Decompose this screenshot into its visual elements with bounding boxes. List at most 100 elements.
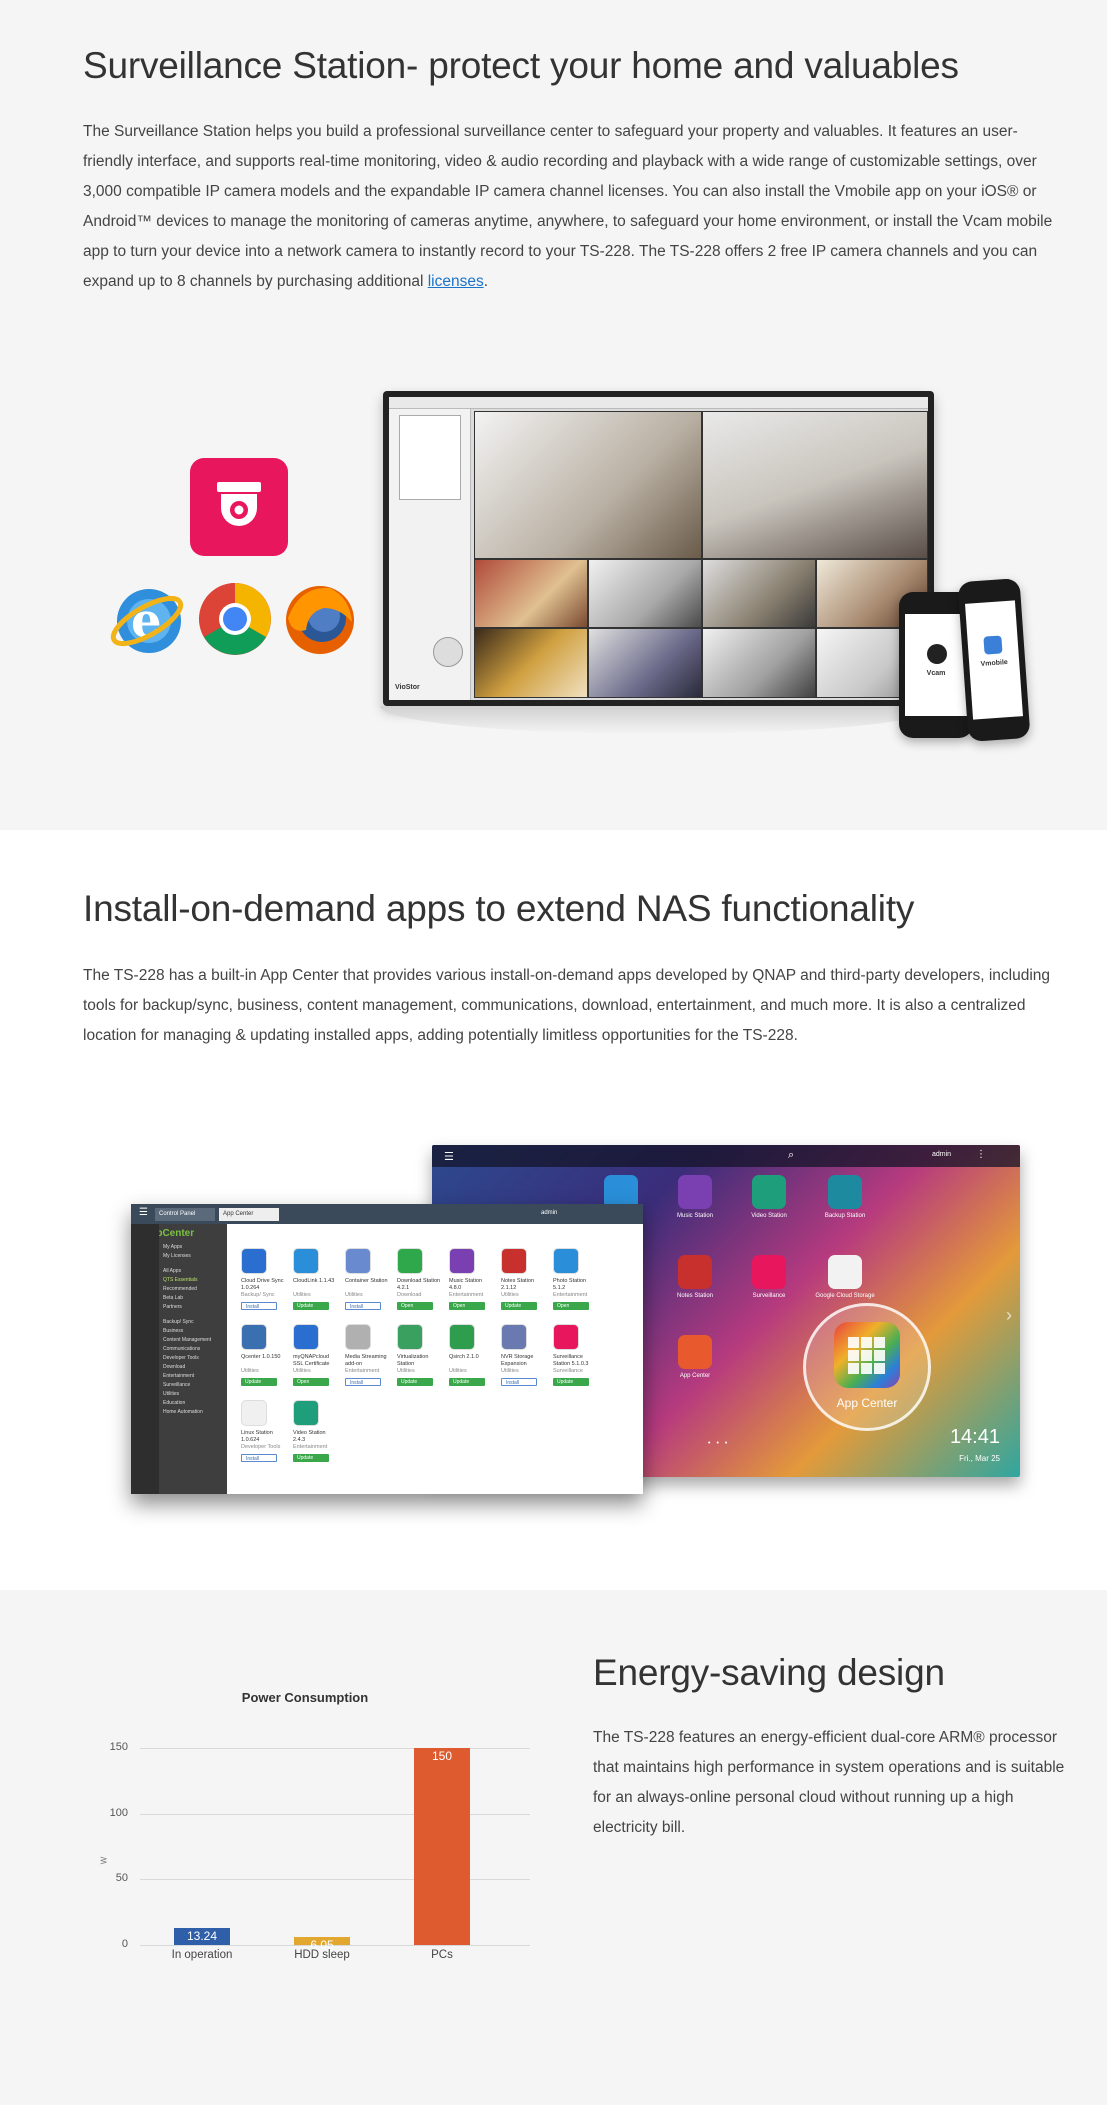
app-action-button[interactable]: Update	[501, 1302, 537, 1310]
more-icon[interactable]: ⋮	[976, 1149, 986, 1160]
licenses-link[interactable]: licenses	[428, 273, 484, 290]
energy-paragraph: The TS-228 features an energy-efficient …	[593, 1729, 1065, 1836]
menu-icon[interactable]: ☰	[139, 1207, 148, 1218]
app-category: Entertainment	[553, 1292, 588, 1298]
app-action-button[interactable]: Install	[345, 1302, 381, 1310]
app-icon[interactable]	[553, 1248, 579, 1274]
app-action-button[interactable]: Update	[553, 1378, 589, 1386]
tab-control-panel[interactable]: Control Panel	[155, 1208, 215, 1221]
app-name: Video Station 2.4.3	[293, 1430, 326, 1443]
desktop-app-icon[interactable]	[752, 1175, 786, 1209]
app-icon[interactable]	[293, 1324, 319, 1350]
app-icon[interactable]	[501, 1324, 527, 1350]
sidebar-item[interactable]: My Apps	[163, 1244, 225, 1250]
app-action-button[interactable]: Update	[293, 1454, 329, 1462]
sidebar-item[interactable]: QTS Essentials	[163, 1277, 225, 1283]
app-icon[interactable]	[293, 1248, 319, 1274]
app-icon[interactable]	[345, 1248, 371, 1274]
app-category: Entertainment	[293, 1444, 328, 1450]
app-action-button[interactable]: Update	[449, 1378, 485, 1386]
app-name: myQNAPcloud SSL Certificate	[293, 1354, 330, 1367]
sidebar-item[interactable]: Business	[163, 1328, 225, 1334]
chart-y-tick: 100	[109, 1806, 128, 1819]
app-center-big-icon[interactable]	[834, 1322, 900, 1388]
app-action-button[interactable]: Update	[293, 1302, 329, 1310]
app-action-button[interactable]: Update	[397, 1378, 433, 1386]
desktop-user[interactable]: admin	[932, 1151, 951, 1158]
app-icon[interactable]	[293, 1400, 319, 1426]
app-category: Download	[397, 1292, 422, 1298]
sidebar-item[interactable]: Surveillance	[163, 1382, 225, 1388]
app-category: Surveillance	[553, 1368, 583, 1374]
sidebar-item[interactable]: Recommended	[163, 1286, 225, 1292]
app-icon[interactable]	[553, 1324, 579, 1350]
app-action-button[interactable]: Install	[241, 1302, 277, 1310]
search-icon[interactable]: ⌕	[788, 1149, 794, 1162]
sidebar-item[interactable]: Developer Tools	[163, 1355, 225, 1361]
ptz-control	[433, 637, 463, 667]
app-icon[interactable]	[397, 1248, 423, 1274]
sidebar-item[interactable]: Content Management	[163, 1337, 225, 1343]
app-category: Utilities	[449, 1368, 467, 1374]
next-page-arrow[interactable]: ›	[1006, 1305, 1012, 1326]
app-category: Utilities	[345, 1292, 363, 1298]
app-icon[interactable]	[241, 1324, 267, 1350]
app-name: Photo Station 5.1.2	[553, 1278, 587, 1291]
camera-feed	[475, 560, 587, 627]
camera-feed	[703, 560, 815, 627]
app-icon[interactable]	[241, 1248, 267, 1274]
menu-icon[interactable]: ☰	[444, 1150, 454, 1163]
desktop-app-label: App Center	[679, 1373, 711, 1379]
sidebar-item[interactable]: Utilities	[163, 1391, 225, 1397]
app-icon[interactable]	[345, 1324, 371, 1350]
app-action-button[interactable]: Open	[397, 1302, 433, 1310]
sidebar-item[interactable]: Communications	[163, 1346, 225, 1352]
sidebar-item[interactable]: My Licenses	[163, 1253, 225, 1259]
app-icon[interactable]	[449, 1324, 475, 1350]
sidebar-item[interactable]: Education	[163, 1400, 225, 1406]
app-icon[interactable]	[501, 1248, 527, 1274]
app-category: Utilities	[241, 1368, 259, 1374]
app-action-button[interactable]: Open	[293, 1378, 329, 1386]
app-action-button[interactable]: Open	[449, 1302, 485, 1310]
tab-app-center[interactable]: App Center	[219, 1208, 279, 1221]
desktop-app-icon[interactable]	[828, 1175, 862, 1209]
sidebar-item[interactable]: Download	[163, 1364, 225, 1370]
page-dots: •••	[708, 1440, 734, 1447]
app-action-button[interactable]: Install	[241, 1454, 277, 1462]
app-icon[interactable]	[397, 1324, 423, 1350]
desktop-app-icon[interactable]	[752, 1255, 786, 1289]
sidebar-item[interactable]: Beta Lab	[163, 1295, 225, 1301]
desktop-app-icon[interactable]	[678, 1175, 712, 1209]
app-action-button[interactable]: Install	[345, 1378, 381, 1386]
chart-gridline	[140, 1813, 530, 1815]
app-icon[interactable]	[449, 1248, 475, 1274]
app-action-button[interactable]: Update	[241, 1378, 277, 1386]
app-category: Utilities	[397, 1368, 415, 1374]
desktop-app-icon[interactable]	[678, 1255, 712, 1289]
sidebar-item[interactable]: Partners	[163, 1304, 225, 1310]
camera-feed	[589, 629, 701, 697]
apps-title: Install-on-demand apps to extend NAS fun…	[83, 888, 915, 929]
camera-feed	[703, 412, 927, 558]
sidebar-item[interactable]: All Apps	[163, 1268, 225, 1274]
app-action-button[interactable]: Open	[553, 1302, 589, 1310]
app-name: Qcenter 1.0.150	[241, 1354, 281, 1360]
app-category: Backup/ Sync	[241, 1292, 275, 1298]
vmobile-phone: Vmobile	[957, 578, 1031, 742]
sidebar-item[interactable]: Entertainment	[163, 1373, 225, 1379]
window-user[interactable]: admin	[541, 1210, 557, 1216]
app-icon[interactable]	[241, 1400, 267, 1426]
sidebar-item[interactable]: Home Automation	[163, 1409, 225, 1415]
app-center-window: ☰ Control Panel App Center admin AppCent…	[131, 1204, 643, 1494]
camera-feed	[589, 560, 701, 627]
camera-feed	[703, 629, 815, 697]
app-action-button[interactable]: Install	[501, 1378, 537, 1386]
sidebar-item[interactable]: Backup/ Sync	[163, 1319, 225, 1325]
app-name: Container Station	[345, 1278, 388, 1284]
app-category: Entertainment	[449, 1292, 484, 1298]
vcam-icon	[927, 644, 947, 664]
desktop-app-icon[interactable]	[678, 1335, 712, 1369]
app-category: Entertainment	[345, 1368, 380, 1374]
desktop-app-icon[interactable]	[828, 1255, 862, 1289]
